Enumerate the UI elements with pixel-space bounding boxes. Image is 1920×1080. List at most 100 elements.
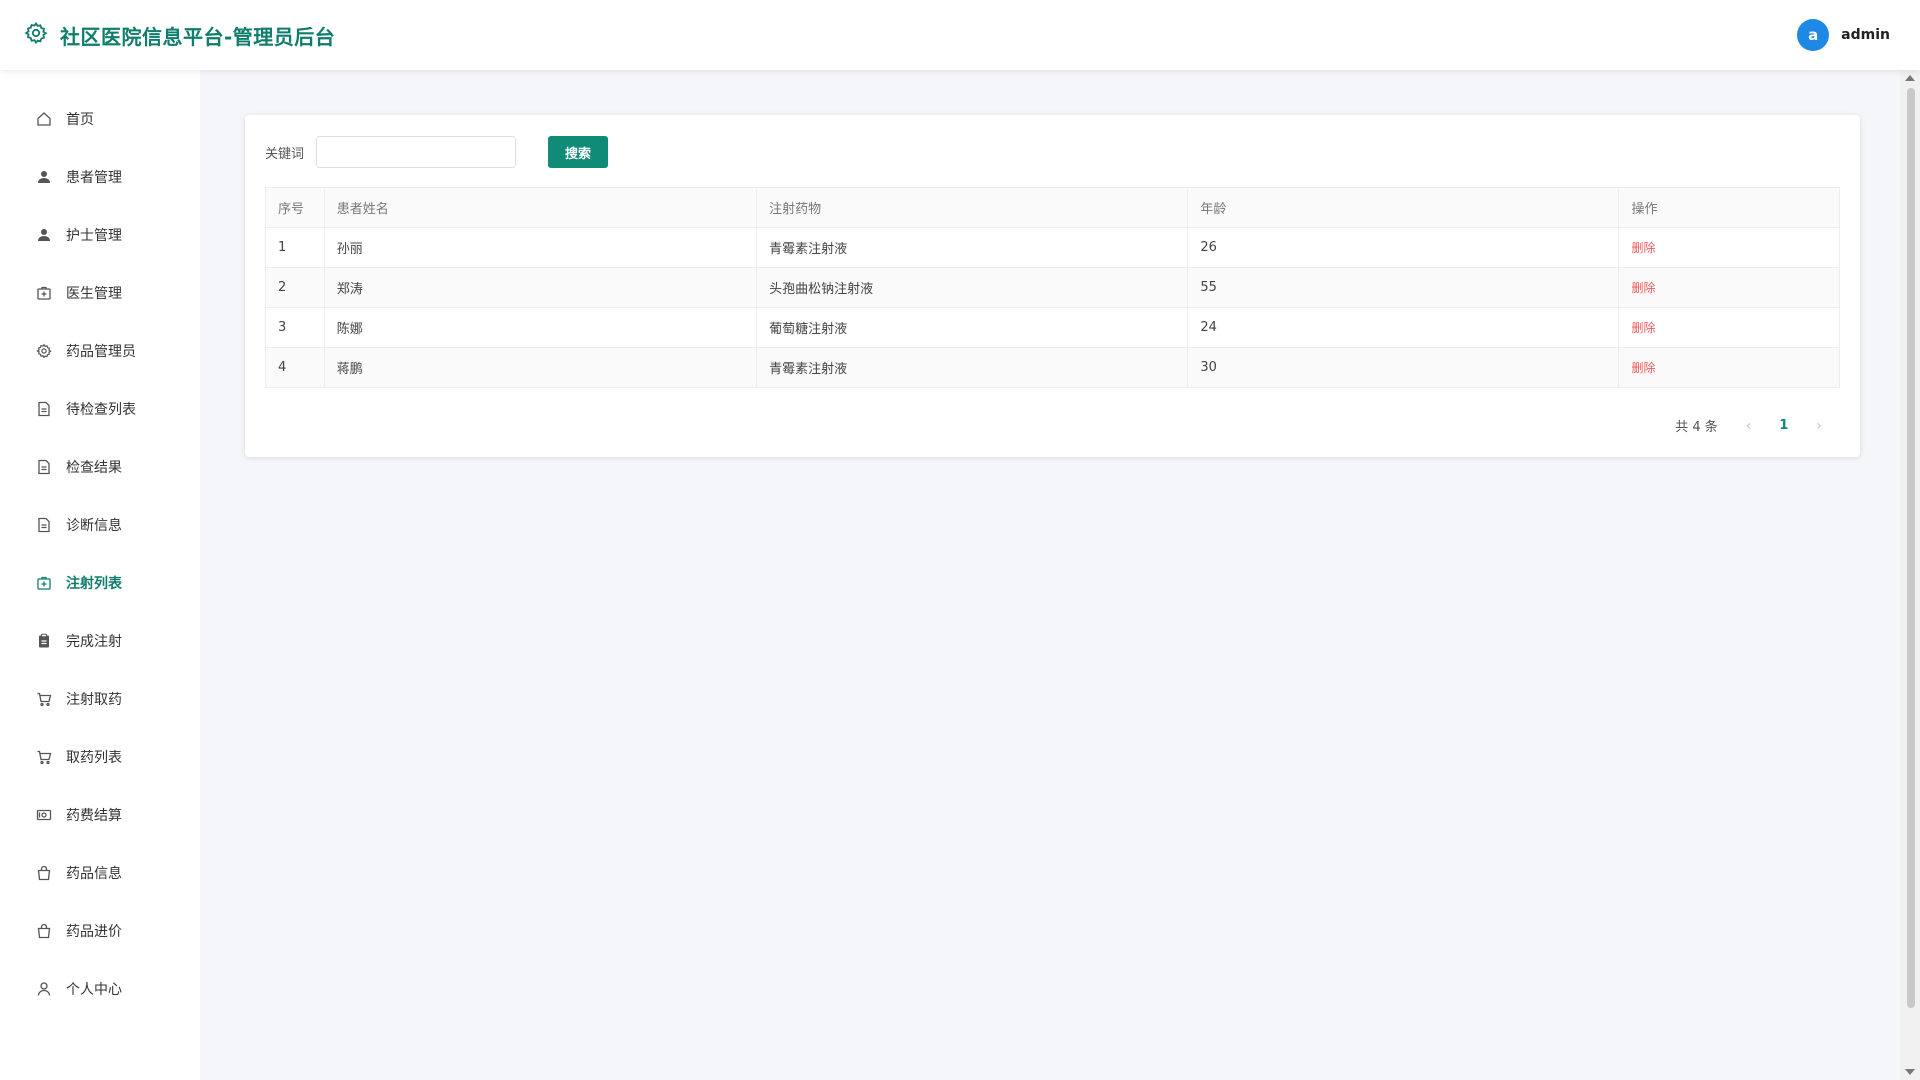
cell-age: 26: [1187, 227, 1620, 268]
column-header-drug: 注射药物: [756, 187, 1189, 228]
brand: 社区医院信息平台-管理员后台: [24, 21, 335, 50]
sidebar-item-label: 完成注射: [66, 634, 122, 650]
sidebar-item-label: 药品进价: [66, 924, 122, 940]
delete-button[interactable]: 删除: [1631, 241, 1655, 255]
sidebar-item-diagnosis[interactable]: 诊断信息: [0, 496, 200, 554]
main-content: 关键词 搜索 序号 患者姓名 注射药物 年龄 操作 1 孙丽 青霉素注射液 26…: [200, 70, 1900, 1080]
person-outline-icon: [34, 979, 54, 999]
page-number-current[interactable]: 1: [1779, 418, 1788, 433]
document-icon: [34, 515, 54, 535]
cell-age: 30: [1187, 347, 1620, 388]
cart-icon: [34, 689, 54, 709]
cell-action: 删除: [1618, 227, 1840, 268]
prev-page-icon[interactable]: ‹: [1746, 418, 1752, 434]
sidebar-item-drug-cost[interactable]: 药品进价: [0, 902, 200, 960]
user-icon: [34, 167, 54, 187]
bag-icon: [34, 921, 54, 941]
sidebar-item-injection-pickup[interactable]: 注射取药: [0, 670, 200, 728]
sidebar-item-label: 待检查列表: [66, 402, 136, 418]
cell-drug: 葡萄糖注射液: [756, 307, 1189, 348]
table-row: 3 陈娜 葡萄糖注射液 24 删除: [265, 307, 1840, 348]
sidebar-item-label: 药品管理员: [66, 344, 136, 360]
cell-name: 蒋鹏: [323, 347, 758, 388]
search-input[interactable]: [316, 136, 517, 168]
sidebar-item-pharmacy-admin[interactable]: 药品管理员: [0, 322, 200, 380]
sidebar-item-profile[interactable]: 个人中心: [0, 960, 200, 1018]
gear-icon: [24, 21, 48, 49]
sidebar-item-pickup-list[interactable]: 取药列表: [0, 728, 200, 786]
search-label: 关键词: [265, 146, 305, 162]
cell-age: 55: [1187, 267, 1620, 308]
cell-index: 1: [265, 227, 325, 268]
cell-name: 孙丽: [323, 227, 758, 268]
sidebar-item-pending-exams[interactable]: 待检查列表: [0, 380, 200, 438]
sidebar-item-doctors[interactable]: 医生管理: [0, 264, 200, 322]
delete-button[interactable]: 删除: [1631, 281, 1655, 295]
cell-drug: 青霉素注射液: [756, 227, 1189, 268]
injection-list-card: 关键词 搜索 序号 患者姓名 注射药物 年龄 操作 1 孙丽 青霉素注射液 26…: [245, 115, 1860, 457]
cart-icon: [34, 747, 54, 767]
cell-drug: 青霉素注射液: [756, 347, 1189, 388]
money-icon: [34, 805, 54, 825]
medical-kit-icon: [34, 283, 54, 303]
table-row: 4 蒋鹏 青霉素注射液 30 删除: [265, 347, 1840, 388]
user-menu[interactable]: a admin: [1797, 19, 1890, 51]
sidebar-item-label: 取药列表: [66, 750, 122, 766]
sidebar-item-home[interactable]: 首页: [0, 90, 200, 148]
pagination-total: 共 4 条: [1675, 420, 1718, 435]
column-header-action: 操作: [1618, 187, 1840, 228]
sidebar-item-injection-list[interactable]: 注射列表: [0, 554, 200, 612]
sidebar-item-label: 注射列表: [66, 576, 122, 592]
sidebar-item-exam-results[interactable]: 检查结果: [0, 438, 200, 496]
cell-action: 删除: [1618, 307, 1840, 348]
cell-drug: 头孢曲松钠注射液: [756, 267, 1189, 308]
sidebar-item-label: 检查结果: [66, 460, 122, 476]
cell-action: 删除: [1618, 347, 1840, 388]
cell-action: 删除: [1618, 267, 1840, 308]
sidebar-item-patients[interactable]: 患者管理: [0, 148, 200, 206]
cell-name: 陈娜: [323, 307, 758, 348]
sidebar-item-label: 药品信息: [66, 866, 122, 882]
sidebar-item-nurses[interactable]: 护士管理: [0, 206, 200, 264]
scrollbar-thumb[interactable]: [1907, 88, 1915, 1008]
sidebar-item-label: 个人中心: [66, 982, 122, 998]
sidebar-item-billing[interactable]: 药费结算: [0, 786, 200, 844]
sidebar-item-drug-info[interactable]: 药品信息: [0, 844, 200, 902]
clipboard-icon: [34, 631, 54, 651]
next-page-icon[interactable]: ›: [1816, 418, 1822, 434]
sidebar: 首页 患者管理 护士管理 医生管理 药品管理员 待检查列表 检查结果 诊断信息 …: [0, 70, 200, 1080]
user-icon: [34, 225, 54, 245]
bag-icon: [34, 863, 54, 883]
sidebar-item-label: 护士管理: [66, 228, 122, 244]
table-row: 1 孙丽 青霉素注射液 26 删除: [265, 227, 1840, 268]
column-header-name: 患者姓名: [323, 187, 758, 228]
scroll-up-icon[interactable]: [1905, 75, 1915, 81]
sidebar-item-label: 患者管理: [66, 170, 122, 186]
sidebar-item-label: 医生管理: [66, 286, 122, 302]
app-title: 社区医院信息平台-管理员后台: [60, 24, 336, 49]
document-icon: [34, 457, 54, 477]
page-scrollbar[interactable]: [1900, 70, 1920, 1080]
injection-table: 序号 患者姓名 注射药物 年龄 操作 1 孙丽 青霉素注射液 26 删除 2 郑: [265, 187, 1840, 388]
delete-button[interactable]: 删除: [1631, 321, 1655, 335]
medical-kit-icon: [34, 573, 54, 593]
table-row: 2 郑涛 头孢曲松钠注射液 55 删除: [265, 267, 1840, 308]
column-header-index: 序号: [265, 187, 325, 228]
sidebar-item-label: 首页: [66, 112, 94, 128]
sidebar-item-label: 诊断信息: [66, 518, 122, 534]
document-icon: [34, 399, 54, 419]
cell-index: 2: [265, 267, 325, 308]
home-icon: [34, 109, 54, 129]
cell-index: 3: [265, 307, 325, 348]
avatar[interactable]: a: [1797, 19, 1830, 51]
sidebar-item-completed-injections[interactable]: 完成注射: [0, 612, 200, 670]
top-bar: 社区医院信息平台-管理员后台 a admin: [0, 0, 1920, 70]
pagination: 共 4 条 ‹ 1 ›: [265, 416, 1840, 436]
cell-name: 郑涛: [323, 267, 758, 308]
delete-button[interactable]: 删除: [1631, 361, 1655, 375]
table-header-row: 序号 患者姓名 注射药物 年龄 操作: [265, 187, 1840, 228]
scroll-down-icon[interactable]: [1905, 1069, 1915, 1075]
username[interactable]: admin: [1841, 27, 1890, 43]
cell-age: 24: [1187, 307, 1620, 348]
search-button[interactable]: 搜索: [548, 136, 609, 168]
